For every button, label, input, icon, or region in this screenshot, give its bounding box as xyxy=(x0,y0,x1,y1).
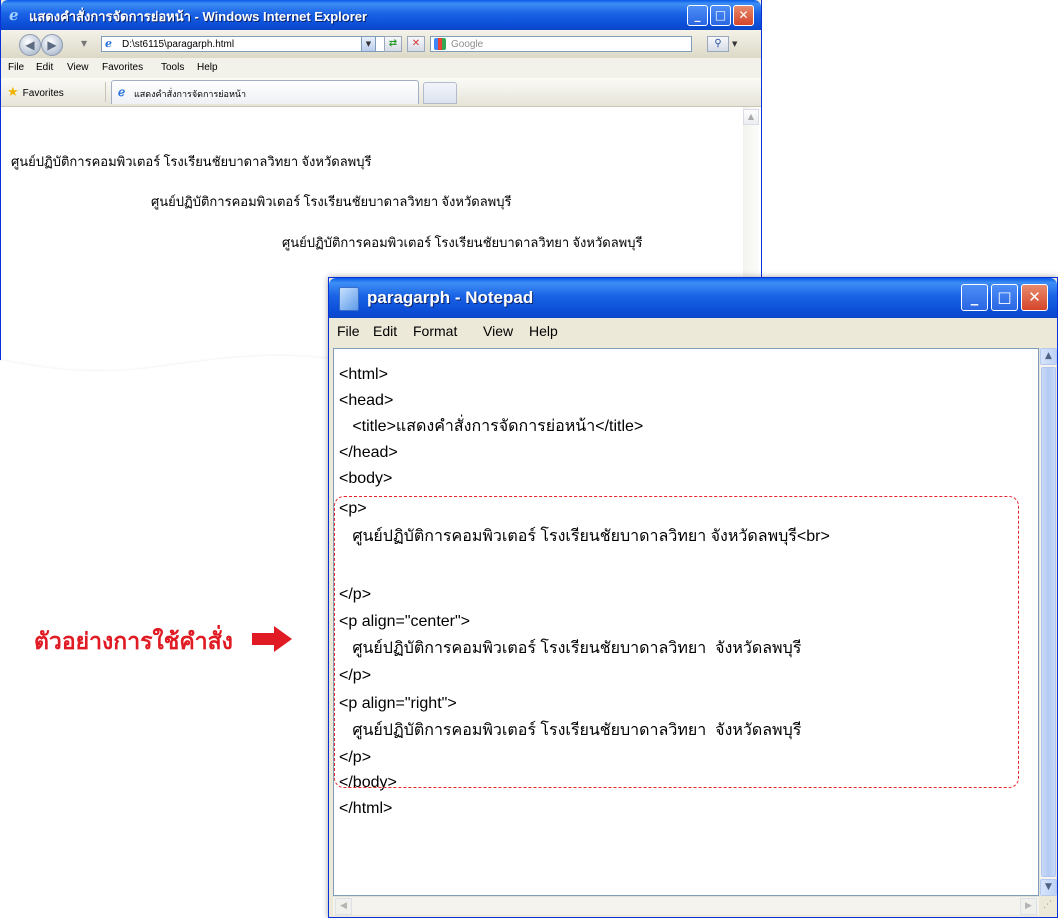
notepad-icon xyxy=(339,287,359,311)
tab-page-icon: ℯ xyxy=(118,85,126,99)
new-tab-button[interactable] xyxy=(423,82,457,104)
notepad-vertical-scrollbar[interactable]: ▲ ▼ xyxy=(1039,348,1057,896)
scroll-up-icon[interactable]: ▲ xyxy=(743,109,759,125)
menu-edit[interactable]: Edit xyxy=(36,58,53,78)
np-menu-file[interactable]: File xyxy=(337,318,360,344)
code-line: <body> xyxy=(339,470,393,487)
google-icon xyxy=(434,38,446,50)
scroll-down-icon[interactable]: ▼ xyxy=(1040,879,1057,896)
favorites-button[interactable]: ★ Favorites xyxy=(7,84,64,102)
np-menu-help[interactable]: Help xyxy=(529,318,558,344)
ie-maximize-button[interactable]: □ xyxy=(710,5,731,26)
resize-grip-icon[interactable]: ⋰ xyxy=(1039,896,1056,915)
ie-favorites-bar: ★ Favorites ℯ แสดงคำสั่งการจัดการย่อหน้า xyxy=(1,78,761,107)
menu-tools[interactable]: Tools xyxy=(161,58,184,78)
code-line: <title>แสดงคำสั่งการจัดการย่อหน้า</title… xyxy=(339,418,644,435)
ie-minimize-button[interactable]: _ xyxy=(687,5,708,26)
code-line: <head> xyxy=(339,392,394,409)
paragraph-right: ศูนย์ปฏิบัติการคอมพิวเตอร์ โรงเรียนชัยบา… xyxy=(282,235,643,250)
ie-window-title: แสดงคำสั่งการจัดการย่อหน้า - Windows Int… xyxy=(29,9,368,24)
arrow-right-icon xyxy=(252,626,292,652)
notepad-minimize-button[interactable]: _ xyxy=(961,284,988,311)
annotation-label: ตัวอย่างการใช้คำสั่ง xyxy=(34,629,233,655)
address-value: D:\st6115\paragarph.html xyxy=(122,39,235,50)
code-highlight-box xyxy=(334,496,1019,788)
stop-button[interactable]: ✕ xyxy=(407,36,425,52)
code-line: <html> xyxy=(339,366,388,383)
paragraph-left: ศูนย์ปฏิบัติการคอมพิวเตอร์ โรงเรียนชัยบา… xyxy=(11,154,372,169)
favorites-label: Favorites xyxy=(22,88,64,99)
address-input[interactable]: ℯ D:\st6115\paragarph.html xyxy=(101,36,385,52)
np-menu-view[interactable]: View xyxy=(483,318,513,344)
refresh-button[interactable]: ⇄ xyxy=(384,36,402,52)
notepad-maximize-button[interactable]: □ xyxy=(991,284,1018,311)
favbar-divider xyxy=(105,82,106,102)
back-button[interactable]: ◀ xyxy=(19,34,41,56)
page-icon: ℯ xyxy=(105,37,112,50)
notepad-close-button[interactable]: ✕ xyxy=(1021,284,1048,311)
ie-close-button[interactable]: ✕ xyxy=(733,5,754,26)
paragraph-center: ศูนย์ปฏิบัติการคอมพิวเตอร์ โรงเรียนชัยบา… xyxy=(151,194,512,209)
code-line: </html> xyxy=(339,800,393,817)
scroll-thumb[interactable] xyxy=(1041,367,1056,877)
np-menu-edit[interactable]: Edit xyxy=(373,318,397,344)
search-icon[interactable]: ⚲ xyxy=(707,36,729,52)
ie-tab[interactable]: ℯ แสดงคำสั่งการจัดการย่อหน้า xyxy=(111,80,419,104)
notepad-window-title: paragarph - Notepad xyxy=(367,288,534,307)
ie-menubar: File Edit View Favorites Tools Help xyxy=(1,58,761,79)
scroll-left-icon[interactable]: ◀ xyxy=(335,898,352,915)
forward-button[interactable]: ▶ xyxy=(41,34,63,56)
np-menu-format[interactable]: Format xyxy=(413,318,457,344)
scroll-right-icon[interactable]: ▶ xyxy=(1020,898,1037,915)
search-input[interactable]: Google xyxy=(430,36,692,52)
code-line: </head> xyxy=(339,444,398,461)
notepad-titlebar[interactable]: paragarph - Notepad _ □ ✕ xyxy=(329,278,1057,318)
ie-address-toolbar: ◀ ▶ ▼ ℯ D:\st6115\paragarph.html ▼ ⇄ ✕ G… xyxy=(1,30,761,59)
history-dropdown-icon[interactable]: ▼ xyxy=(81,39,87,48)
scroll-up-icon[interactable]: ▲ xyxy=(1040,348,1057,365)
ie-logo-icon: ℯ xyxy=(9,6,19,24)
menu-favorites[interactable]: Favorites xyxy=(102,58,143,78)
menu-help[interactable]: Help xyxy=(197,58,218,78)
star-icon: ★ xyxy=(7,84,19,99)
ie-titlebar[interactable]: ℯ แสดงคำสั่งการจัดการย่อหน้า - Windows I… xyxy=(1,0,761,30)
address-dropdown-button[interactable]: ▼ xyxy=(361,36,376,52)
menu-view[interactable]: View xyxy=(67,58,89,78)
tab-title: แสดงคำสั่งการจัดการย่อหน้า xyxy=(134,89,247,99)
search-placeholder: Google xyxy=(451,39,484,50)
notepad-menubar: File Edit Format View Help xyxy=(329,318,1057,344)
notepad-horizontal-scrollbar[interactable]: ◀ ▶ xyxy=(333,896,1039,915)
menu-file[interactable]: File xyxy=(8,58,24,78)
search-options-icon[interactable]: ▼ xyxy=(732,36,744,52)
